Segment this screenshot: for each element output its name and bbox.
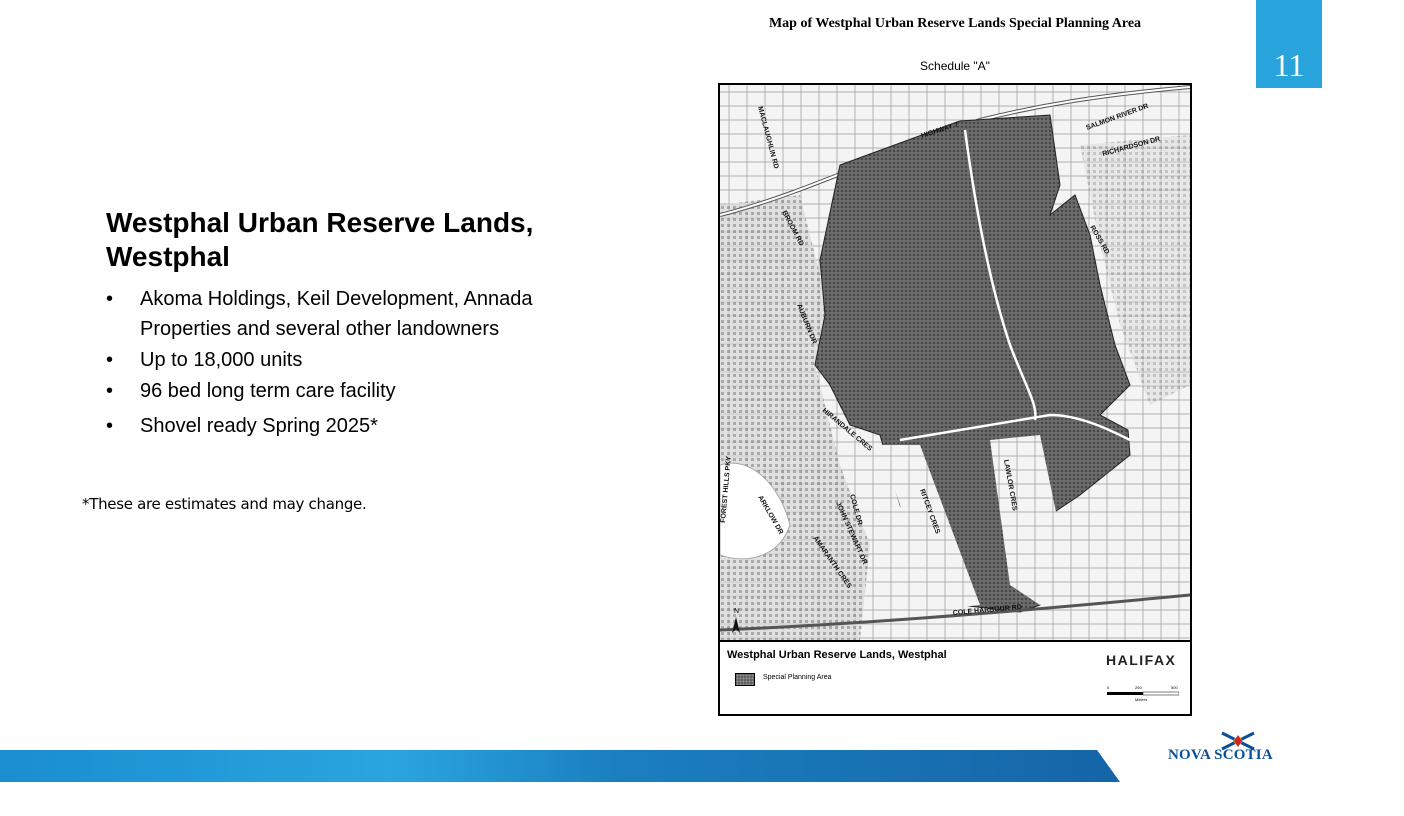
bullet-dot: • bbox=[106, 380, 114, 402]
nova-scotia-logo: NOVA SCOTIA bbox=[1168, 731, 1308, 775]
scale-tick: 0 bbox=[1107, 685, 1110, 690]
bullet-text: 96 bed long term care facility bbox=[140, 380, 396, 402]
legend-swatch bbox=[735, 673, 755, 686]
bullet-item: • Akoma Holdings, Keil Development, Annad… bbox=[106, 284, 546, 344]
map-schedule-label: Schedule "A" bbox=[920, 59, 990, 73]
map-frame: HIGHWAY 7 SALMON RIVER DR RICHARDSON DR … bbox=[718, 83, 1192, 716]
footnote: *These are estimates and may change. bbox=[82, 495, 367, 513]
legend-label: Special Planning Area bbox=[763, 674, 832, 681]
map-heading: Map of Westphal Urban Reserve Lands Spec… bbox=[768, 16, 1142, 31]
bullet-text: Akoma Holdings, Keil Development, Annada… bbox=[140, 288, 533, 340]
bullet-dot: • bbox=[106, 349, 114, 371]
map-image: HIGHWAY 7 SALMON RIVER DR RICHARDSON DR … bbox=[720, 85, 1190, 642]
nova-scotia-text: NOVA SCOTIA bbox=[1168, 747, 1273, 763]
bullet-text: Up to 18,000 units bbox=[140, 349, 303, 371]
map-graphic: HIGHWAY 7 SALMON RIVER DR RICHARDSON DR … bbox=[720, 85, 1190, 640]
scale-unit: Meters bbox=[1135, 697, 1147, 702]
bullet-text: Shovel ready Spring 2025* bbox=[140, 415, 378, 437]
footer-bar bbox=[0, 750, 1120, 782]
legend-title: Westphal Urban Reserve Lands, Westphal bbox=[727, 649, 947, 661]
north-label: N bbox=[734, 608, 739, 615]
halifax-logo: HALIFAX bbox=[1106, 652, 1177, 668]
bullet-item: • Up to 18,000 units bbox=[106, 345, 546, 375]
bullet-dot: • bbox=[106, 415, 114, 437]
bullet-list: • Akoma Holdings, Keil Development, Annad… bbox=[106, 284, 546, 442]
scale-bar: 0 250 500 Meters bbox=[1107, 685, 1179, 702]
bullet-dot: • bbox=[106, 288, 114, 310]
bullet-item: • Shovel ready Spring 2025* bbox=[106, 411, 546, 441]
scale-tick: 250 bbox=[1135, 685, 1142, 690]
page-number: 11 bbox=[1273, 47, 1305, 83]
page-number-badge: 11 bbox=[1256, 0, 1322, 88]
scale-tick: 500 bbox=[1171, 685, 1178, 690]
slide-title: Westphal Urban Reserve Lands, Westphal bbox=[106, 207, 534, 272]
bullet-item: • 96 bed long term care facility bbox=[106, 376, 546, 406]
